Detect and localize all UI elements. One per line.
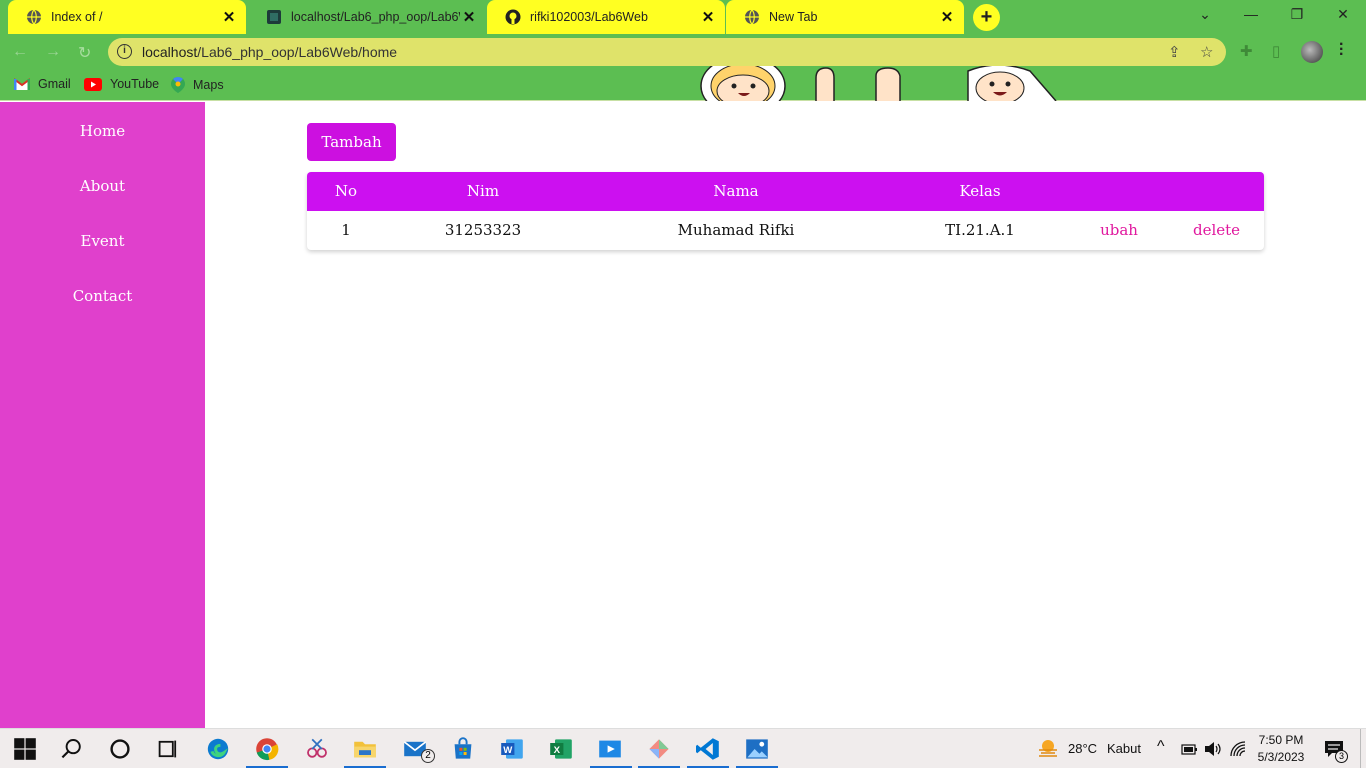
bookmark-label: Gmail [38, 77, 71, 91]
show-desktop-button[interactable] [1360, 729, 1366, 768]
chrome-icon[interactable] [255, 737, 279, 761]
taskbar: 2 W X 28°C Kabut ^ 7:50 PM 5/3/2023 3 [0, 728, 1366, 768]
system-clock[interactable]: 7:50 PM 5/3/2023 [1254, 732, 1308, 766]
weather-condition[interactable]: Kabut [1107, 741, 1141, 756]
reload-icon[interactable]: ↻ [78, 43, 91, 63]
url-path: /Lab6_php_oop/Lab6Web/home [197, 44, 398, 60]
column-header-kelas: Kelas [959, 182, 1001, 200]
delete-link[interactable]: delete [1169, 211, 1264, 250]
edit-link[interactable]: ubah [1069, 211, 1169, 250]
column-header-no: No [334, 182, 358, 200]
notification-badge: 3 [1335, 750, 1348, 763]
site-info-icon[interactable]: i [117, 44, 132, 59]
close-tab-icon[interactable]: ✕ [938, 8, 956, 26]
profile-avatar[interactable] [1301, 41, 1323, 63]
vscode-icon[interactable] [696, 737, 720, 761]
snipping-tool-icon[interactable] [305, 737, 329, 761]
windows-start-icon[interactable] [13, 737, 37, 761]
tab-title: rifki102003/Lab6Web [530, 10, 648, 24]
sidebar: Home About Event Contact [0, 102, 205, 728]
excel-icon[interactable]: X [549, 737, 573, 761]
share-icon[interactable]: ⇪ [1168, 43, 1181, 61]
close-tab-icon[interactable]: ✕ [220, 8, 238, 26]
browser-menu-icon[interactable]: · · · [1339, 37, 1344, 63]
bookmark-label: Maps [193, 78, 224, 92]
bookmark-maps[interactable]: Maps [171, 77, 224, 93]
url-text[interactable]: localhost/Lab6_php_oop/Lab6Web/home [142, 44, 397, 60]
new-tab-button[interactable]: + [973, 4, 1000, 31]
sidebar-item-home[interactable]: Home [0, 122, 205, 140]
sidebar-item-event[interactable]: Event [0, 232, 205, 250]
maps-icon [171, 77, 185, 93]
tab-strip: Index of / ✕ localhost/Lab6_php_oop/Lab6… [0, 0, 1366, 34]
bookmark-star-icon[interactable]: ☆ [1200, 43, 1213, 61]
page-content: Home About Event Contact Tambah No Nim N… [0, 102, 1366, 728]
cell-kelas: TI.21.A.1 [945, 221, 1015, 239]
wifi-icon[interactable] [1230, 741, 1246, 757]
app-diamond-icon[interactable] [647, 737, 671, 761]
gmail-icon [14, 78, 30, 90]
battery-icon[interactable] [1181, 742, 1198, 756]
sidebar-item-about[interactable]: About [0, 177, 205, 195]
back-arrow-icon[interactable]: ← [12, 43, 28, 61]
globe-icon [745, 9, 759, 25]
table-row: 1 31253323 Muhamad Rifki TI.21.A.1 ubah … [307, 211, 1264, 250]
microsoft-store-icon[interactable] [451, 737, 475, 761]
search-icon[interactable] [60, 737, 84, 761]
bookmark-label: YouTube [110, 77, 160, 91]
extensions-puzzle-icon[interactable]: ✚ [1240, 42, 1253, 60]
tab-localhost[interactable]: localhost/Lab6_php_oop/Lab6We ✕ [248, 0, 486, 34]
cortana-icon[interactable] [108, 737, 132, 761]
volume-icon[interactable] [1204, 741, 1222, 757]
table-header: No Nim Nama Kelas [307, 172, 1264, 211]
address-bar[interactable]: i localhost/Lab6_php_oop/Lab6Web/home ⇪ … [108, 38, 1226, 66]
github-icon [505, 9, 521, 25]
bookmark-youtube[interactable]: YouTube [84, 77, 159, 91]
close-tab-icon[interactable]: ✕ [460, 8, 478, 26]
video-player-icon[interactable] [598, 737, 622, 761]
add-button[interactable]: Tambah [307, 123, 396, 161]
tab-title: Index of / [51, 10, 103, 24]
weather-haze-icon [1039, 740, 1057, 757]
clock-time: 7:50 PM [1258, 733, 1304, 747]
cell-nim: 31253323 [444, 221, 522, 239]
tab-index-of[interactable]: Index of / ✕ [8, 0, 246, 34]
globe-icon [27, 9, 41, 25]
bookmark-gmail[interactable]: Gmail [14, 77, 71, 91]
mail-badge: 2 [421, 749, 435, 763]
side-panel-icon[interactable]: ▯ [1272, 42, 1280, 60]
photos-icon[interactable] [745, 737, 769, 761]
restore-icon[interactable]: ❐ [1287, 6, 1307, 23]
youtube-icon [84, 77, 102, 91]
tab-new-tab[interactable]: New Tab ✕ [726, 0, 964, 34]
word-icon[interactable]: W [500, 737, 524, 761]
forward-arrow-icon[interactable]: → [45, 43, 61, 61]
tab-title: New Tab [769, 10, 818, 24]
file-explorer-icon[interactable] [353, 737, 377, 761]
url-host: localhost [142, 44, 198, 60]
weather-temperature[interactable]: 28°C [1068, 741, 1097, 756]
close-window-icon[interactable]: ✕ [1333, 6, 1353, 23]
edge-icon[interactable] [206, 737, 230, 761]
cell-no: 1 [341, 221, 351, 239]
task-view-icon[interactable] [156, 737, 180, 761]
close-tab-icon[interactable]: ✕ [699, 8, 717, 26]
tab-github[interactable]: rifki102003/Lab6Web ✕ [487, 0, 725, 34]
svg-text:X: X [554, 745, 561, 756]
browser-toolbar: ← → ↻ i localhost/Lab6_php_oop/Lab6Web/h… [0, 34, 1366, 70]
cell-nama: Muhamad Rifki [677, 221, 795, 239]
svg-text:W: W [503, 745, 513, 756]
sidebar-item-contact[interactable]: Contact [0, 287, 205, 305]
student-table: No Nim Nama Kelas 1 31253323 Muhamad Rif… [307, 172, 1264, 250]
column-header-nim: Nim [466, 182, 500, 200]
tab-title: localhost/Lab6_php_oop/Lab6We [291, 10, 460, 24]
site-favicon-icon [267, 10, 281, 24]
cartoon-theme-illustration [700, 66, 1057, 101]
tab-search-chevron-icon[interactable]: ⌄ [1195, 6, 1215, 23]
column-header-nama: Nama [713, 182, 759, 200]
show-hidden-icons-chevron-icon[interactable]: ^ [1157, 738, 1165, 756]
minimize-icon[interactable]: — [1241, 6, 1261, 22]
clock-date: 5/3/2023 [1257, 750, 1305, 764]
